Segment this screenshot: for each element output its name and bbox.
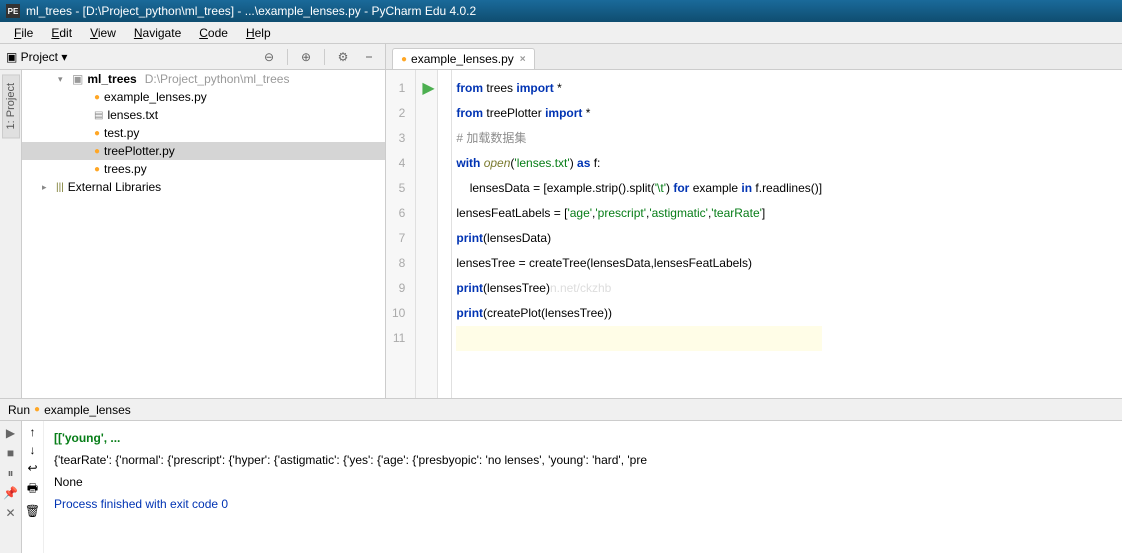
menu-edit[interactable]: Edit [43, 24, 80, 42]
menu-file[interactable]: File [6, 24, 41, 42]
output-line: {'tearRate': {'normal': {'prescript': {'… [54, 449, 1112, 471]
text-icon: ▤ [94, 110, 103, 121]
run-output[interactable]: [['young', ...{'tearRate': {'normal': {'… [44, 421, 1122, 553]
python-icon: ● [401, 54, 407, 65]
library-icon: ||| [56, 182, 64, 193]
print-icon[interactable]: 🖶 [27, 479, 38, 500]
pause-icon[interactable]: ⏸ [3, 465, 19, 481]
code-line[interactable] [456, 326, 822, 351]
hide-icon[interactable]: ⎯ [359, 47, 379, 67]
close-icon[interactable]: × [520, 54, 526, 65]
code-line[interactable]: print(createPlot(lensesTree)) [456, 301, 822, 326]
python-icon: ● [34, 404, 40, 415]
code-content[interactable]: from trees import *from treePlotter impo… [452, 70, 822, 398]
python-icon: ● [94, 164, 100, 175]
fold-column [438, 70, 452, 398]
tab-label: example_lenses.py [411, 52, 514, 66]
main-area: 1: Project ▾ ▣ ml_trees D:\Project_pytho… [0, 70, 1122, 398]
wrap-icon[interactable]: ↩ [27, 461, 37, 475]
file-name: example_lenses.py [104, 90, 207, 104]
target-icon[interactable]: ⊕ [296, 47, 316, 67]
root-path: D:\Project_python\ml_trees [145, 72, 290, 86]
file-name: lenses.txt [107, 108, 158, 122]
python-icon: ● [94, 92, 100, 103]
project-dropdown[interactable]: ▣ Project ▾ [6, 50, 67, 64]
tree-file[interactable]: ▤ lenses.txt [22, 106, 385, 124]
run-body: ▶ ■ ⏸ 📌 ✕ ↑ ↓ ↩ 🖶 🗑 [['young', ...{'tear… [0, 421, 1122, 553]
menu-view[interactable]: View [82, 24, 124, 42]
run-header: Run ● example_lenses [0, 399, 1122, 421]
code-line[interactable]: lensesData = [example.strip().split('\t'… [456, 176, 822, 201]
code-line[interactable]: with open('lenses.txt') as f: [456, 151, 822, 176]
gear-icon[interactable]: ⚙ [333, 47, 353, 67]
menu-navigate[interactable]: Navigate [126, 24, 189, 42]
file-name: test.py [104, 126, 139, 140]
title-bar: PE ml_trees - [D:\Project_python\ml_tree… [0, 0, 1122, 22]
run-line-icon[interactable]: ▶ [422, 76, 427, 101]
code-line[interactable]: lensesTree = createTree(lensesData,lense… [456, 251, 822, 276]
tree-file[interactable]: ● treePlotter.py [22, 142, 385, 160]
file-name: treePlotter.py [104, 144, 175, 158]
python-icon: ● [94, 146, 100, 157]
folder-icon: ▣ [72, 72, 83, 86]
project-vert-tab[interactable]: 1: Project [2, 74, 20, 138]
output-line: [['young', ... [54, 427, 1112, 449]
pin-icon[interactable]: 📌 [3, 485, 19, 501]
output-line: Process finished with exit code 0 [54, 493, 1112, 515]
chevron-right-icon: ▸ [42, 182, 52, 193]
down-icon[interactable]: ↓ [30, 443, 36, 457]
window-title: ml_trees - [D:\Project_python\ml_trees] … [26, 4, 476, 18]
code-line[interactable]: from trees import * [456, 76, 822, 101]
run-panel: Run ● example_lenses ▶ ■ ⏸ 📌 ✕ ↑ ↓ ↩ 🖶 🗑… [0, 398, 1122, 553]
code-editor[interactable]: 1234567891011 ▶ from trees import *from … [386, 70, 1122, 398]
code-line[interactable]: # 加载数据集 [456, 126, 822, 151]
collapse-icon[interactable]: ⊖ [259, 47, 279, 67]
menu-bar: File Edit View Navigate Code Help [0, 22, 1122, 44]
project-tree: ▾ ▣ ml_trees D:\Project_python\ml_trees … [22, 70, 386, 398]
rerun-icon[interactable]: ▶ [3, 425, 19, 441]
up-icon[interactable]: ↑ [30, 425, 36, 439]
run-label: Run [8, 403, 30, 417]
toolbar-row: ▣ Project ▾ ⊖ ⊕ ⚙ ⎯ ● example_lenses.py … [0, 44, 1122, 70]
file-name: trees.py [104, 162, 147, 176]
code-line[interactable]: from treePlotter import * [456, 101, 822, 126]
run-config-name: example_lenses [44, 403, 131, 417]
output-line: None [54, 471, 1112, 493]
menu-help[interactable]: Help [238, 24, 279, 42]
tree-file[interactable]: ● example_lenses.py [22, 88, 385, 106]
tab-example-lenses[interactable]: ● example_lenses.py × [392, 48, 535, 69]
python-icon: ● [94, 128, 100, 139]
code-line[interactable]: print(lensesTree)n.net/ckzhb [456, 276, 822, 301]
code-line[interactable]: print(lensesData) [456, 226, 822, 251]
tree-file[interactable]: ● trees.py [22, 160, 385, 178]
external-libraries[interactable]: ▸ ||| External Libraries [22, 178, 385, 196]
tree-root[interactable]: ▾ ▣ ml_trees D:\Project_python\ml_trees [22, 70, 385, 88]
chevron-down-icon: ▾ [58, 74, 68, 85]
run-inner-column: ↑ ↓ ↩ 🖶 🗑 [22, 421, 44, 553]
menu-code[interactable]: Code [191, 24, 236, 42]
code-line[interactable]: lensesFeatLabels = ['age','prescript','a… [456, 201, 822, 226]
run-tool-column: ▶ ■ ⏸ 📌 ✕ [0, 421, 22, 553]
line-numbers: 1234567891011 [386, 70, 416, 398]
root-name: ml_trees [87, 72, 136, 86]
sidebar-vertical: 1: Project [0, 70, 22, 398]
run-gutter: ▶ [416, 70, 438, 398]
trash-icon[interactable]: 🗑 [25, 504, 40, 518]
app-icon: PE [6, 4, 20, 18]
tree-file[interactable]: ● test.py [22, 124, 385, 142]
editor-tabs: ● example_lenses.py × [386, 44, 1122, 69]
close-run-icon[interactable]: ✕ [3, 505, 19, 521]
project-toolbar: ▣ Project ▾ ⊖ ⊕ ⚙ ⎯ [0, 44, 386, 69]
external-label: External Libraries [68, 180, 161, 194]
stop-icon[interactable]: ■ [3, 445, 19, 461]
